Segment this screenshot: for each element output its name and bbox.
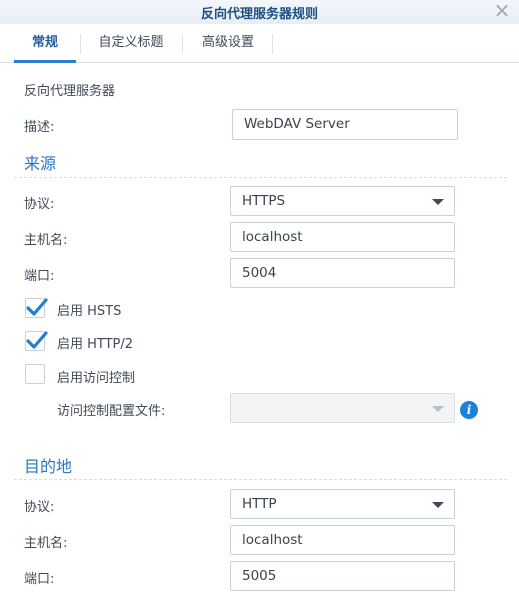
source-section-title: 来源 <box>24 154 57 173</box>
tab-custom-header[interactable]: 自定义标题 <box>90 24 172 62</box>
info-icon[interactable]: i <box>460 401 478 419</box>
source-port-label: 端口: <box>24 269 55 284</box>
checkmark-icon <box>26 331 48 349</box>
section-divider <box>14 479 507 480</box>
source-port-input[interactable]: 5004 <box>230 258 455 288</box>
tab-bar: 常规 自定义标题 高级设置 <box>0 24 519 63</box>
section-divider <box>14 177 507 178</box>
source-protocol-select[interactable]: HTTPS <box>230 186 455 216</box>
hsts-label: 启用 HSTS <box>57 304 122 319</box>
chevron-down-icon <box>432 502 444 508</box>
destination-port-input[interactable]: 5005 <box>230 561 455 591</box>
http2-label: 启用 HTTP/2 <box>57 337 134 352</box>
access-control-checkbox[interactable] <box>25 364 45 384</box>
tab-separator <box>272 34 273 54</box>
destination-port-label: 端口: <box>24 572 55 587</box>
dialog-titlebar: 反向代理服务器规则 × <box>0 0 519 25</box>
description-input[interactable]: WebDAV Server <box>232 109 458 140</box>
chevron-down-icon <box>432 406 444 412</box>
http2-checkbox[interactable] <box>25 331 48 351</box>
chevron-down-icon <box>432 199 444 205</box>
tab-separator <box>80 34 81 54</box>
active-tab-indicator <box>14 60 76 63</box>
access-control-label: 启用访问控制 <box>57 371 136 386</box>
description-label: 描述: <box>24 120 55 135</box>
checkmark-icon <box>26 298 48 316</box>
reverse-proxy-heading: 反向代理服务器 <box>24 84 116 99</box>
source-protocol-value: HTTPS <box>242 193 286 209</box>
close-icon[interactable]: × <box>493 0 511 20</box>
tab-general[interactable]: 常规 <box>22 24 68 62</box>
destination-section-title: 目的地 <box>24 457 73 476</box>
destination-hostname-input[interactable]: localhost <box>230 525 455 555</box>
tab-separator <box>182 34 183 54</box>
source-hostname-label: 主机名: <box>24 233 68 248</box>
destination-protocol-select[interactable]: HTTP <box>230 489 455 519</box>
access-profile-select <box>230 393 455 423</box>
destination-protocol-value: HTTP <box>242 496 277 512</box>
source-hostname-input[interactable]: localhost <box>230 222 455 252</box>
hsts-checkbox[interactable] <box>25 298 48 318</box>
destination-hostname-label: 主机名: <box>24 536 68 551</box>
source-protocol-label: 协议: <box>24 197 55 212</box>
tab-advanced-settings[interactable]: 高级设置 <box>193 24 263 62</box>
dialog-title: 反向代理服务器规则 <box>200 7 318 22</box>
destination-protocol-label: 协议: <box>24 500 55 515</box>
access-profile-label: 访问控制配置文件: <box>57 404 166 419</box>
